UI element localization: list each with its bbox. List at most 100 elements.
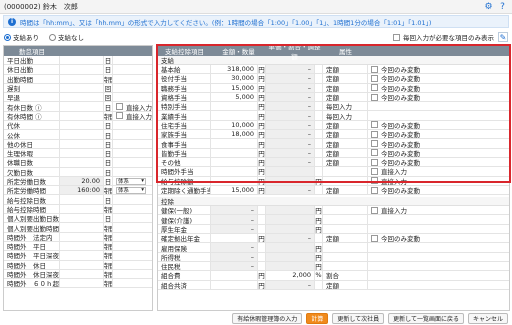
attendance-label: 出勤時間: [4, 74, 60, 83]
system-select[interactable]: 体系 ▾: [116, 177, 146, 185]
attendance-label: 他の休日: [4, 139, 60, 148]
direct-input-checkbox[interactable]: [116, 112, 123, 120]
attendance-value-field[interactable]: [60, 93, 104, 102]
amount-field[interactable]: [211, 176, 258, 185]
radio-pay-no[interactable]: 支給なし: [49, 32, 84, 42]
attendance-value-field[interactable]: [60, 158, 104, 167]
amount-field[interactable]: [211, 280, 258, 289]
amount-field[interactable]: [211, 102, 258, 111]
amount-field[interactable]: [211, 167, 258, 176]
paydeduct-row: 住民税 – 円: [158, 261, 509, 272]
amount-field[interactable]: 15,000: [211, 185, 258, 195]
option-checkbox[interactable]: [371, 93, 378, 101]
attendance-value-field[interactable]: [60, 223, 104, 232]
paid-leave-button[interactable]: 有給休暇管理簿の入力: [232, 313, 303, 324]
amount-field[interactable]: 318,000: [211, 65, 258, 74]
attendance-unit: 時間: [104, 111, 113, 121]
attendance-extra: [113, 242, 152, 250]
attendance-value-field[interactable]: [60, 269, 104, 279]
amount-field[interactable]: [211, 234, 258, 243]
radio-pay-yes[interactable]: 支給あり: [4, 32, 39, 42]
option-checkbox[interactable]: [371, 74, 378, 82]
attendance-value-field[interactable]: [60, 195, 104, 204]
option-checkbox[interactable]: [371, 158, 378, 166]
amount-field[interactable]: 18,000: [211, 130, 258, 139]
attendance-row: 時間外 平日 時間: [4, 241, 152, 252]
attendance-value-field[interactable]: [60, 130, 104, 139]
attendance-value-field[interactable]: [60, 111, 104, 121]
help-icon[interactable]: ?: [497, 1, 508, 12]
attendance-value-field[interactable]: [60, 260, 104, 269]
radio-selected-icon[interactable]: [4, 33, 11, 41]
rate-field: –: [266, 83, 315, 92]
rate-field: –: [266, 74, 315, 83]
attendance-value-field[interactable]: [60, 251, 104, 260]
calc-button[interactable]: 計算: [306, 313, 329, 324]
amount-field[interactable]: [211, 111, 258, 120]
attendance-label: 時間外 平日深夜: [4, 251, 60, 260]
edit-icon[interactable]: ✎: [498, 32, 508, 42]
option-checkbox[interactable]: [371, 121, 378, 129]
attendance-row: 所定労働日数 20.00 日体系 ▾: [4, 176, 152, 187]
rate-field[interactable]: 2,000: [266, 271, 315, 280]
attendance-value-field[interactable]: 160:00: [60, 186, 104, 195]
option-label: 直接入力: [381, 177, 407, 185]
option-checkbox[interactable]: [371, 140, 378, 148]
attendance-value-field[interactable]: [60, 279, 104, 288]
amount-field[interactable]: [211, 148, 258, 157]
amount-field[interactable]: 30,000: [211, 74, 258, 83]
option-checkbox[interactable]: [371, 206, 378, 214]
gear-icon[interactable]: ⚙: [483, 1, 494, 12]
option-checkbox[interactable]: [371, 130, 378, 138]
attendance-value-field[interactable]: [60, 167, 104, 176]
amount-unit: 円: [258, 280, 266, 289]
attendance-row: 休日出勤 日: [4, 65, 152, 75]
amount-field[interactable]: 15,000: [211, 83, 258, 92]
attendance-row: 時間外 法定内 時間: [4, 232, 152, 242]
input-required-checkbox[interactable]: [393, 33, 400, 41]
attendance-row: 個人別要出勤日数 日: [4, 214, 152, 224]
attendance-value-field[interactable]: [60, 232, 104, 241]
amount-field[interactable]: [211, 157, 258, 167]
attendance-value-field[interactable]: [60, 74, 104, 83]
attendance-value-field[interactable]: [60, 139, 104, 148]
attendance-value-field[interactable]: [60, 214, 104, 223]
amount-field[interactable]: 5,000: [211, 92, 258, 102]
attendance-value-field[interactable]: [60, 65, 104, 74]
attendance-value-field[interactable]: [60, 83, 104, 93]
option-checkbox[interactable]: [371, 186, 378, 194]
option-checkbox[interactable]: [371, 167, 378, 175]
attendance-value-field[interactable]: [60, 204, 104, 214]
update-next-button[interactable]: 更新して次社員: [332, 313, 385, 324]
amount-field[interactable]: [211, 139, 258, 148]
paydeduct-label: 厚生年金: [158, 224, 211, 234]
rate-unit: 円: [315, 224, 323, 234]
attendance-label: 有休時間 ⓘ: [4, 111, 60, 121]
attendance-value-field[interactable]: 20.00: [60, 176, 104, 186]
system-select[interactable]: 体系 ▾: [116, 186, 146, 194]
option-checkbox[interactable]: [371, 177, 378, 185]
cancel-button[interactable]: キャンセル: [467, 313, 508, 324]
attendance-value-field[interactable]: [60, 121, 104, 130]
attendance-value-field[interactable]: [60, 102, 104, 111]
amount-field: –: [211, 243, 258, 252]
attendance-row: 遅刻 回: [4, 83, 152, 94]
attendance-row: 生理休暇 日: [4, 148, 152, 159]
amount-field[interactable]: 10,000: [211, 120, 258, 130]
attendance-value-field[interactable]: [60, 148, 104, 158]
attendance-value-field[interactable]: [60, 56, 104, 65]
option-checkbox[interactable]: [371, 65, 378, 73]
attendance-label: 生理休暇: [4, 148, 60, 158]
radio-icon[interactable]: [49, 33, 56, 41]
attendance-value-field[interactable]: [60, 241, 104, 251]
option-checkbox[interactable]: [371, 84, 378, 92]
option-checkbox[interactable]: [371, 234, 378, 242]
attendance-panel: 勤怠項目 平日出勤日休日出勤日出勤時間時間遅刻回早退回有休日数 ⓘ日直接入力有休…: [3, 45, 153, 311]
update-back-button[interactable]: 更新して一覧画面に戻る: [388, 313, 464, 324]
paydeduct-label: 特別手当: [158, 102, 211, 111]
direct-input-checkbox[interactable]: [116, 103, 123, 111]
section-pay: 支給: [158, 56, 509, 65]
option-checkbox[interactable]: [371, 149, 378, 157]
amount-field[interactable]: [211, 271, 258, 280]
attendance-label: 時間外 ６０ｈ超: [4, 279, 60, 288]
